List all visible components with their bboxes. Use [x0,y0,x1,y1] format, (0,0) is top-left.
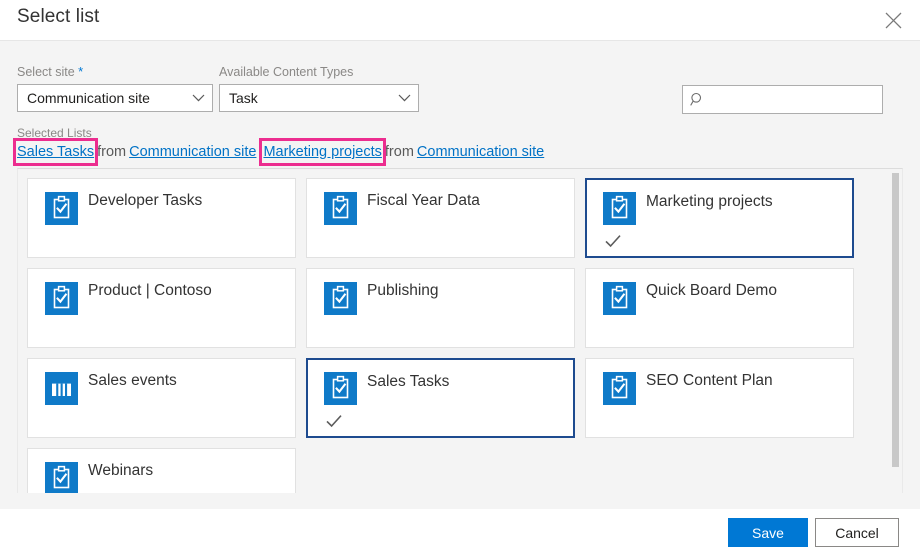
highlight-box-sales-tasks: Sales Tasks [12,138,99,166]
close-icon [885,12,902,29]
vertical-scrollbar-track[interactable] [890,170,901,493]
page-title: Select list [17,6,100,27]
list-card-title: Developer Tasks [88,192,203,209]
task-list-icon [45,462,78,493]
selected-list-link-1[interactable]: Marketing projects [263,144,381,160]
task-list-icon [324,282,357,315]
list-card[interactable]: Developer Tasks [27,178,296,258]
available-content-types-field: Available Content Types Task [219,64,419,112]
generic-list-icon [45,372,78,405]
list-card-title: Product | Contoso [88,282,212,299]
select-list-dialog: Select list Select site * Communication … [0,0,920,555]
required-marker: * [78,64,84,79]
list-scroll-container[interactable]: Developer Tasks Fiscal Year Data Marketing… [17,168,903,493]
dialog-footer: Save Cancel [0,509,920,555]
chevron-down-icon [184,94,212,102]
select-site-field: Select site * Communication site [17,64,213,112]
dialog-header: Select list [0,0,920,41]
selected-list-site-1[interactable]: Communication site [417,144,544,160]
list-card[interactable]: Sales Tasks [306,358,575,438]
list-card-title: Webinars [88,462,154,479]
task-list-icon [324,192,357,225]
close-button[interactable] [870,0,916,40]
available-content-types-label: Available Content Types [219,65,354,79]
check-icon [325,412,343,430]
list-card-title: Marketing projects [646,193,773,210]
save-button[interactable]: Save [728,518,808,547]
check-icon [604,232,622,250]
selected-lists-section: Selected Lists Sales Tasks from Communicat… [12,126,903,166]
list-card[interactable]: SEO Content Plan [585,358,854,438]
available-content-types-value: Task [229,90,258,106]
task-list-icon [324,372,357,405]
highlight-box-marketing-projects: Marketing projects [259,138,386,166]
list-card[interactable]: Webinars [27,448,296,493]
search-input[interactable] [711,87,893,112]
list-card-title: Fiscal Year Data [367,192,480,209]
list-card-grid: Developer Tasks Fiscal Year Data Marketing… [18,169,893,493]
list-card-title: Sales events [88,372,177,389]
list-card[interactable]: Publishing [306,268,575,348]
search-box[interactable] [682,85,893,114]
selected-list-link-0[interactable]: Sales Tasks [17,144,94,160]
dialog-body: Select site * Communication site Availab… [0,41,920,509]
list-card-title: Quick Board Demo [646,282,777,299]
selected-lists-caption: Selected Lists [17,126,92,140]
cancel-button[interactable]: Cancel [815,518,899,547]
select-site-label-text: Select site [17,65,75,79]
list-card[interactable]: Quick Board Demo [585,268,854,348]
list-card[interactable]: Marketing projects [585,178,854,258]
select-site-dropdown[interactable]: Communication site [17,84,213,112]
task-list-icon [45,282,78,315]
selected-list-connector-1: from [384,144,414,160]
list-card[interactable]: Fiscal Year Data [306,178,575,258]
list-card[interactable]: Sales events [27,358,296,438]
task-list-icon [45,192,78,225]
search-icon [683,92,711,107]
select-site-value: Communication site [27,90,150,106]
chevron-down-icon [390,94,418,102]
select-site-label: Select site * [17,64,213,80]
vertical-scrollbar-thumb[interactable] [892,173,899,467]
task-list-icon [603,372,636,405]
selected-list-connector-0: from [97,144,127,160]
list-card-title: Publishing [367,282,439,299]
list-card-title: Sales Tasks [367,373,450,390]
task-list-icon [603,282,636,315]
available-content-types-dropdown[interactable]: Task [219,84,419,112]
selected-list-site-0[interactable]: Communication site [129,144,256,160]
selected-lists-line: Sales Tasks from Communication site Marketi… [12,138,903,166]
list-card[interactable]: Product | Contoso [27,268,296,348]
filter-row: Select site * Communication site Availab… [0,41,920,121]
task-list-icon [603,192,636,225]
list-card-title: SEO Content Plan [646,372,773,389]
